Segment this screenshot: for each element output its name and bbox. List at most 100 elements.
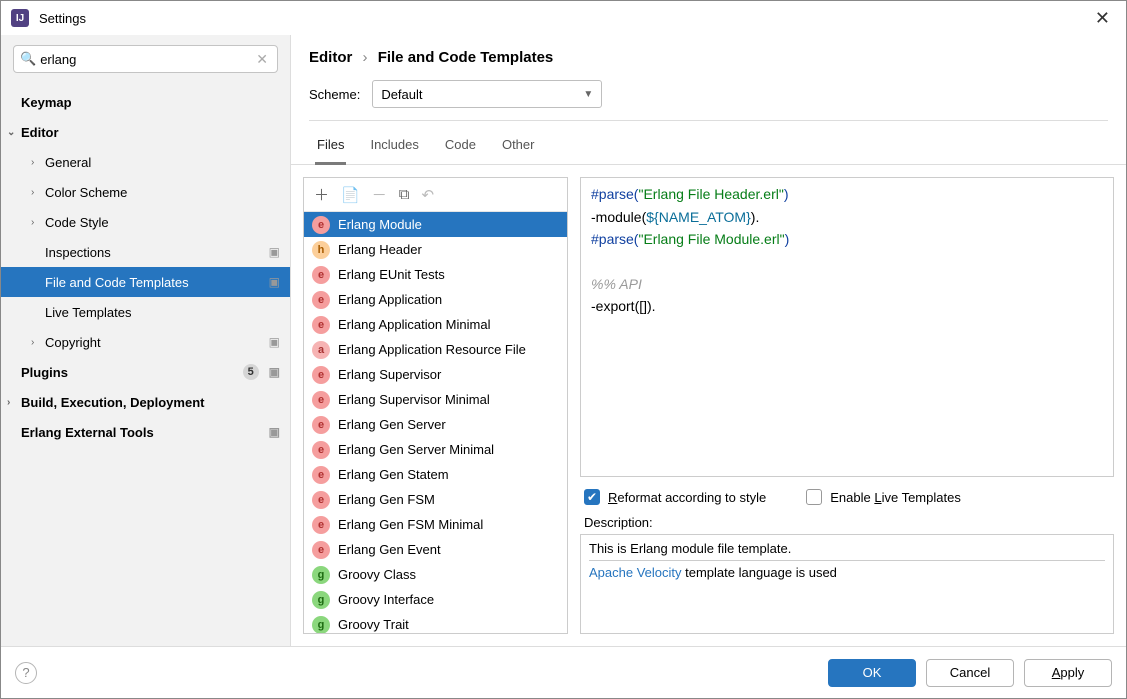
- sidebar-item-build-execution-deployment[interactable]: ›Build, Execution, Deployment: [1, 387, 290, 417]
- template-item[interactable]: eErlang Supervisor Minimal: [304, 387, 567, 412]
- template-panel: ＋ 📄 － ⧉ ↶ eErlang ModulehErlang HeadereE…: [303, 177, 568, 634]
- sidebar-item-label: File and Code Templates: [45, 275, 263, 290]
- scheme-select[interactable]: Default ▼: [372, 80, 602, 108]
- filetype-e-icon: e: [312, 541, 330, 559]
- template-name: Erlang Header: [338, 242, 422, 257]
- checkbox-unchecked-icon: [806, 489, 822, 505]
- search-input[interactable]: [36, 52, 253, 67]
- chevron-down-icon: ⌄: [7, 127, 21, 138]
- close-icon[interactable]: ✕: [1089, 8, 1116, 29]
- cancel-button[interactable]: Cancel: [926, 659, 1014, 687]
- template-editor[interactable]: #parse("Erlang File Header.erl") -module…: [580, 177, 1114, 477]
- template-item[interactable]: eErlang Application: [304, 287, 567, 312]
- description-box[interactable]: This is Erlang module file template. Apa…: [580, 534, 1114, 634]
- main-panel: Editor › File and Code Templates Scheme:…: [291, 35, 1126, 646]
- template-name: Erlang Application: [338, 292, 442, 307]
- filetype-e-icon: e: [312, 441, 330, 459]
- enable-live-templates-checkbox[interactable]: Enable Live Templates: [806, 489, 961, 505]
- project-scope-icon: ▣: [269, 245, 280, 259]
- sidebar-item-plugins[interactable]: Plugins5▣: [1, 357, 290, 387]
- options-row: ✔ Reformat according to style Enable Liv…: [580, 477, 1114, 515]
- footer: ? OK Cancel Apply: [1, 646, 1126, 698]
- help-icon[interactable]: ?: [15, 662, 37, 684]
- project-scope-icon: ▣: [269, 275, 280, 289]
- sidebar-item-keymap[interactable]: Keymap: [1, 87, 290, 117]
- template-name: Erlang Gen Server Minimal: [338, 442, 494, 457]
- sidebar-item-erlang-external-tools[interactable]: Erlang External Tools▣: [1, 417, 290, 447]
- count-badge: 5: [243, 364, 259, 380]
- sidebar-item-live-templates[interactable]: Live Templates: [1, 297, 290, 327]
- template-name: Erlang Application Minimal: [338, 317, 490, 332]
- clear-search-icon[interactable]: ✕: [253, 51, 271, 68]
- add-template-icon[interactable]: ＋: [314, 184, 329, 205]
- sidebar-item-inspections[interactable]: Inspections ▣: [1, 237, 290, 267]
- app-logo-icon: IJ: [11, 9, 29, 27]
- template-name: Groovy Interface: [338, 592, 434, 607]
- filetype-e-icon: e: [312, 491, 330, 509]
- sidebar-item-code-style[interactable]: ›Code Style: [1, 207, 290, 237]
- breadcrumb-root[interactable]: Editor: [309, 49, 352, 66]
- breadcrumb-sep-icon: ›: [363, 49, 368, 66]
- template-item[interactable]: g Groovy Class: [304, 562, 567, 587]
- template-item[interactable]: hErlang Header: [304, 237, 567, 262]
- search-wrap: 🔍 ✕: [1, 35, 290, 83]
- sidebar-item-label: Inspections: [45, 245, 263, 260]
- template-name: Erlang Gen Event: [338, 542, 441, 557]
- template-item[interactable]: g Groovy Interface: [304, 587, 567, 612]
- undo-icon: ↶: [421, 186, 434, 204]
- sidebar-item-general[interactable]: ›General: [1, 147, 290, 177]
- sidebar: 🔍 ✕ Keymap⌄Editor›General›Color Scheme›C…: [1, 35, 291, 646]
- template-item[interactable]: e Erlang Supervisor: [304, 362, 567, 387]
- filetype-g-icon: g: [312, 591, 330, 609]
- tab-code[interactable]: Code: [443, 131, 478, 164]
- sidebar-item-label: Live Templates: [45, 305, 280, 320]
- template-item[interactable]: eErlang Gen FSM: [304, 487, 567, 512]
- template-item[interactable]: eErlang Module: [304, 212, 567, 237]
- description-text: This is Erlang module file template.: [589, 541, 1105, 561]
- sidebar-item-editor[interactable]: ⌄Editor: [1, 117, 290, 147]
- filetype-e-icon: e: [312, 466, 330, 484]
- scheme-label: Scheme:: [309, 87, 360, 102]
- template-name: Erlang EUnit Tests: [338, 267, 445, 282]
- template-item[interactable]: eErlang Gen Statem: [304, 462, 567, 487]
- template-name: Groovy Class: [338, 567, 416, 582]
- template-item[interactable]: eErlang EUnit Tests: [304, 262, 567, 287]
- chevron-down-icon: ▼: [583, 89, 593, 100]
- sidebar-item-label: Copyright: [45, 335, 263, 350]
- template-item[interactable]: aErlang Application Resource File: [304, 337, 567, 362]
- template-item[interactable]: eErlang Application Minimal: [304, 312, 567, 337]
- scheme-value: Default: [381, 87, 583, 102]
- template-item[interactable]: eErlang Gen Server: [304, 412, 567, 437]
- tabs: Files Includes Code Other: [291, 121, 1126, 165]
- breadcrumb-leaf: File and Code Templates: [378, 49, 554, 66]
- sidebar-item-label: Erlang External Tools: [21, 425, 263, 440]
- sidebar-item-color-scheme[interactable]: ›Color Scheme: [1, 177, 290, 207]
- sidebar-item-label: Keymap: [21, 95, 280, 110]
- chevron-right-icon: ›: [31, 217, 45, 228]
- copy-template-icon[interactable]: ⧉: [399, 186, 410, 203]
- tab-includes[interactable]: Includes: [368, 131, 420, 164]
- chevron-right-icon: ›: [7, 397, 21, 408]
- template-item[interactable]: e Erlang Gen Server Minimal: [304, 437, 567, 462]
- sidebar-item-copyright[interactable]: ›Copyright▣: [1, 327, 290, 357]
- project-scope-icon: ▣: [269, 335, 280, 349]
- apply-button[interactable]: Apply: [1024, 659, 1112, 687]
- template-name: Erlang Application Resource File: [338, 342, 526, 357]
- template-item[interactable]: gGroovy Trait: [304, 612, 567, 633]
- template-name: Groovy Trait: [338, 617, 409, 632]
- tab-other[interactable]: Other: [500, 131, 537, 164]
- search-field[interactable]: 🔍 ✕: [13, 45, 278, 73]
- filetype-e-icon: e: [312, 366, 330, 384]
- template-item[interactable]: eErlang Gen FSM Minimal: [304, 512, 567, 537]
- template-item[interactable]: e Erlang Gen Event: [304, 537, 567, 562]
- ok-button[interactable]: OK: [828, 659, 916, 687]
- template-list[interactable]: eErlang ModulehErlang HeadereErlang EUni…: [304, 212, 567, 633]
- reformat-checkbox[interactable]: ✔ Reformat according to style: [584, 489, 766, 505]
- window-title: Settings: [39, 11, 1089, 26]
- filetype-g-icon: g: [312, 566, 330, 584]
- chevron-right-icon: ›: [31, 157, 45, 168]
- sidebar-item-file-and-code-templates[interactable]: File and Code Templates ▣: [1, 267, 290, 297]
- template-name: Erlang Supervisor: [338, 367, 441, 382]
- velocity-link[interactable]: Apache Velocity: [589, 565, 682, 580]
- tab-files[interactable]: Files: [315, 131, 346, 165]
